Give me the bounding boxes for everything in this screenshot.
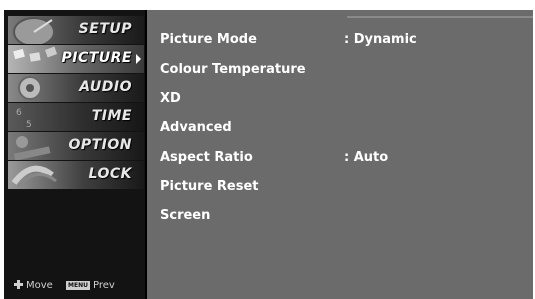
item-label: Aspect Ratio xyxy=(160,150,253,165)
item-value: : Auto xyxy=(344,150,389,165)
item-label: Picture Reset xyxy=(160,179,259,194)
item-label: Picture Mode xyxy=(160,32,257,47)
menu-item-advanced[interactable]: Advanced xyxy=(160,120,520,142)
selected-arrow-icon xyxy=(136,54,141,64)
prev-label: Prev xyxy=(92,280,115,291)
tv-osd-menu: SETUP PICTURE AUDIO 6 5 TIME OPTION LOCK… xyxy=(4,10,533,299)
category-picture[interactable]: PICTURE xyxy=(8,45,144,73)
category-label: SETUP xyxy=(78,21,132,37)
move-arrows-icon xyxy=(14,280,23,289)
category-label: LOCK xyxy=(88,166,132,182)
move-label: Move xyxy=(26,280,53,291)
menu-item-picture-reset[interactable]: Picture Reset xyxy=(160,179,520,201)
svg-text:6: 6 xyxy=(16,108,22,118)
menu-item-colour-temperature[interactable]: Colour Temperature xyxy=(160,62,520,84)
category-setup[interactable]: SETUP xyxy=(8,16,144,44)
category-audio[interactable]: AUDIO xyxy=(8,74,144,102)
panel-divider xyxy=(347,16,533,18)
category-time[interactable]: 6 5 TIME xyxy=(8,103,144,131)
menu-key-icon: MENU xyxy=(66,281,90,290)
item-value: : Dynamic xyxy=(344,32,417,47)
menu-item-aspect-ratio[interactable]: Aspect Ratio : Auto xyxy=(160,150,520,172)
category-label: PICTURE xyxy=(61,50,132,66)
item-label: Screen xyxy=(160,208,211,223)
category-sidebar: SETUP PICTURE AUDIO 6 5 TIME OPTION LOCK… xyxy=(4,10,147,299)
navigation-hint: Move MENU Prev xyxy=(14,280,115,291)
menu-item-xd[interactable]: XD xyxy=(160,91,520,113)
category-label: AUDIO xyxy=(79,79,132,95)
picture-settings-panel: Picture Mode : Dynamic Colour Temperatur… xyxy=(147,10,533,299)
menu-item-picture-mode[interactable]: Picture Mode : Dynamic xyxy=(160,32,520,54)
svg-text:5: 5 xyxy=(26,120,32,130)
category-option[interactable]: OPTION xyxy=(8,132,144,160)
item-label: XD xyxy=(160,91,181,106)
menu-item-screen[interactable]: Screen xyxy=(160,208,520,230)
item-label: Advanced xyxy=(160,120,232,135)
category-label: TIME xyxy=(91,108,132,124)
item-label: Colour Temperature xyxy=(160,62,306,77)
category-label: OPTION xyxy=(68,137,132,153)
category-lock[interactable]: LOCK xyxy=(8,161,144,189)
